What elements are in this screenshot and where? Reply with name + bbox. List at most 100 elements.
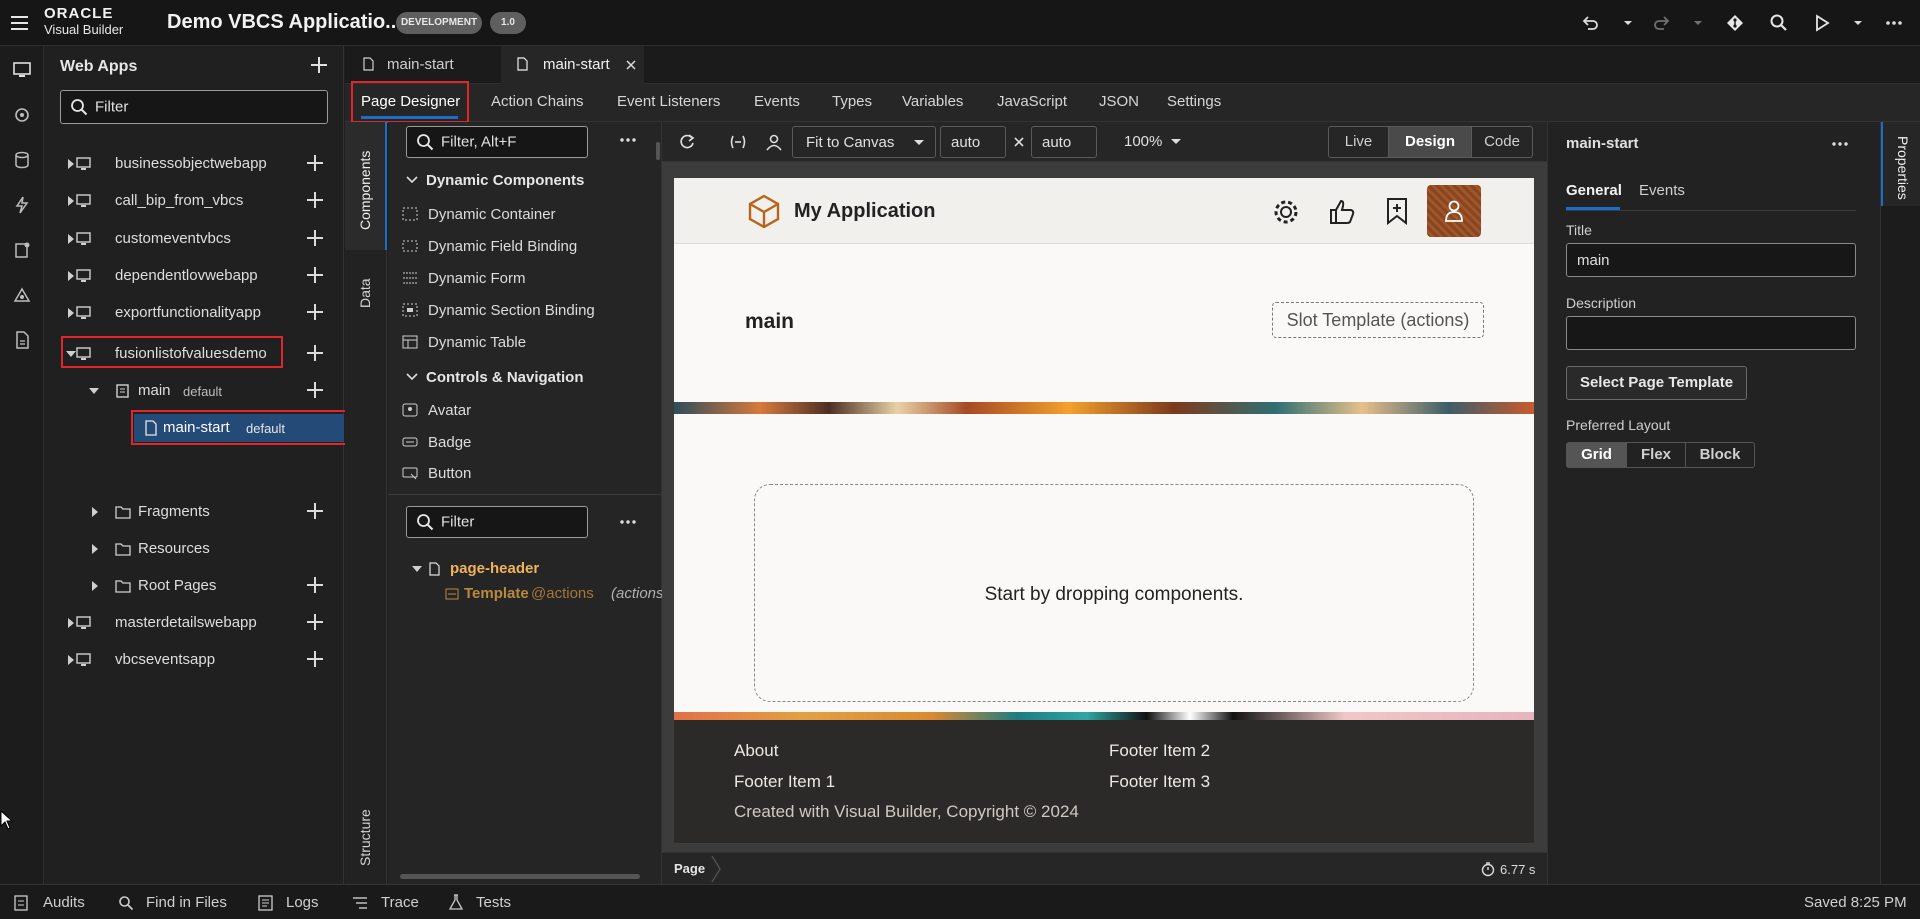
- audits-button[interactable]: Audits: [43, 894, 85, 911]
- settings-gear-icon[interactable]: [1272, 198, 1300, 226]
- footer-link-item1[interactable]: Footer Item 1: [734, 772, 835, 792]
- expand-caret-icon[interactable]: [92, 581, 98, 591]
- collapse-caret-icon[interactable]: [66, 351, 76, 357]
- tree-item-customeventvbcs[interactable]: customeventvbcs: [44, 224, 344, 254]
- add-icon[interactable]: [306, 191, 324, 209]
- tree-item-masterdetailswebapp[interactable]: masterdetailswebapp: [44, 608, 344, 638]
- tree-item-call-bip[interactable]: call_bip_from_vbcs: [44, 186, 344, 216]
- components-filter-input[interactable]: Filter, Alt+F: [406, 126, 588, 158]
- tree-item-fragments[interactable]: Fragments: [44, 497, 344, 527]
- bookmark-icon[interactable]: [1384, 197, 1410, 225]
- services-icon[interactable]: [12, 105, 32, 125]
- tab-event-listeners[interactable]: Event Listeners: [617, 93, 720, 110]
- structure-hscrollbar[interactable]: [400, 874, 640, 879]
- redo-dropdown-icon[interactable]: [1688, 13, 1708, 33]
- tab-general[interactable]: General: [1566, 182, 1622, 199]
- refresh-icon[interactable]: [678, 133, 696, 151]
- select-page-template-button[interactable]: Select Page Template: [1566, 366, 1747, 400]
- tree-item-dependentlovwebapp[interactable]: dependentlovwebapp: [44, 261, 344, 291]
- tests-button[interactable]: Tests: [476, 894, 511, 911]
- business-objects-icon[interactable]: [12, 150, 32, 170]
- run-dropdown-icon[interactable]: [1848, 13, 1868, 33]
- layout-block-button[interactable]: Block: [1685, 442, 1755, 468]
- expand-caret-icon[interactable]: [68, 234, 74, 244]
- add-icon[interactable]: [306, 266, 324, 284]
- tab-structure[interactable]: Structure: [357, 809, 373, 866]
- layout-grid-button[interactable]: Grid: [1566, 442, 1627, 468]
- web-apps-filter-input[interactable]: Filter: [60, 90, 328, 124]
- layout-flex-button[interactable]: Flex: [1626, 442, 1686, 468]
- add-icon[interactable]: [306, 229, 324, 247]
- tab-variables[interactable]: Variables: [902, 93, 963, 110]
- height-input[interactable]: auto: [1031, 126, 1097, 158]
- expand-caret-icon[interactable]: [68, 655, 74, 665]
- find-in-files-button[interactable]: Find in Files: [146, 894, 227, 911]
- close-icon[interactable]: [626, 60, 636, 70]
- tab-events[interactable]: Events: [754, 93, 800, 110]
- expand-caret-icon[interactable]: [68, 308, 74, 318]
- add-icon[interactable]: [306, 576, 324, 594]
- palette-section-dynamic[interactable]: Dynamic Components: [406, 172, 584, 189]
- undo-dropdown-icon[interactable]: [1618, 13, 1638, 33]
- tree-item-businessobjectwebapp[interactable]: businessobjectwebapp: [44, 149, 344, 179]
- mode-design-button[interactable]: Design: [1389, 127, 1471, 157]
- logs-button[interactable]: Logs: [286, 894, 319, 911]
- mode-code-button[interactable]: Code: [1471, 127, 1532, 157]
- editor-tab-main-start-active[interactable]: main-start: [501, 46, 644, 84]
- width-input[interactable]: auto: [940, 126, 1006, 158]
- redo-icon[interactable]: [1652, 13, 1672, 33]
- run-icon[interactable]: [1812, 13, 1832, 33]
- tab-page-designer[interactable]: Page Designer: [361, 93, 460, 110]
- tab-events[interactable]: Events: [1639, 182, 1685, 199]
- description-input[interactable]: [1566, 316, 1856, 350]
- tree-item-main-start[interactable]: main-start default: [134, 413, 344, 443]
- page-preview[interactable]: My Application main Slot Template (actio…: [674, 178, 1534, 843]
- slot-template-actions[interactable]: Slot Template (actions): [1272, 302, 1484, 338]
- fit-select[interactable]: Fit to Canvas: [792, 126, 936, 158]
- variables-binding-icon[interactable]: [728, 133, 748, 151]
- tab-data[interactable]: Data: [357, 278, 373, 308]
- palette-more-icon[interactable]: [618, 134, 638, 146]
- footer-link-item3[interactable]: Footer Item 3: [1109, 772, 1210, 792]
- tree-item-root-pages[interactable]: Root Pages: [44, 571, 344, 601]
- palette-scrollbar[interactable]: [656, 142, 660, 160]
- tab-components[interactable]: Components: [357, 151, 373, 230]
- processes-icon[interactable]: [12, 195, 32, 215]
- add-icon[interactable]: [306, 650, 324, 668]
- add-icon[interactable]: [306, 344, 324, 362]
- more-icon[interactable]: [1884, 13, 1904, 33]
- tree-item-exportfunctionalityapp[interactable]: exportfunctionalityapp: [44, 298, 344, 328]
- tab-types[interactable]: Types: [832, 93, 872, 110]
- add-icon[interactable]: [306, 154, 324, 172]
- tab-settings[interactable]: Settings: [1167, 93, 1221, 110]
- properties-more-icon[interactable]: [1830, 138, 1850, 150]
- components-icon[interactable]: [12, 240, 32, 260]
- hamburger-menu-icon[interactable]: [10, 14, 30, 32]
- drop-zone[interactable]: Start by dropping components.: [754, 484, 1474, 702]
- tab-javascript[interactable]: JavaScript: [997, 93, 1067, 110]
- web-apps-icon[interactable]: [12, 60, 32, 80]
- structure-filter-input[interactable]: Filter: [406, 506, 588, 538]
- breadcrumb[interactable]: Page: [674, 861, 705, 876]
- search-icon[interactable]: [1769, 13, 1789, 33]
- expand-caret-icon[interactable]: [68, 618, 74, 628]
- expand-caret-icon[interactable]: [68, 159, 74, 169]
- avatar[interactable]: [1427, 185, 1481, 237]
- title-input[interactable]: main: [1566, 243, 1856, 277]
- add-icon[interactable]: [306, 613, 324, 631]
- footer-link-about[interactable]: About: [734, 741, 778, 761]
- app-title[interactable]: Demo VBCS Applicatio...: [167, 11, 402, 34]
- expand-caret-icon[interactable]: [68, 271, 74, 281]
- footer-link-item2[interactable]: Footer Item 2: [1109, 741, 1210, 761]
- expand-caret-icon[interactable]: [92, 507, 98, 517]
- expand-caret-icon[interactable]: [92, 544, 98, 554]
- add-icon[interactable]: [306, 502, 324, 520]
- trace-button[interactable]: Trace: [381, 894, 419, 911]
- zoom-select[interactable]: 100%: [1112, 126, 1192, 158]
- user-role-icon[interactable]: [765, 133, 783, 151]
- tab-action-chains[interactable]: Action Chains: [491, 93, 584, 110]
- add-icon[interactable]: [306, 381, 324, 399]
- tab-properties[interactable]: Properties: [1895, 136, 1911, 200]
- tree-item-fusionlistofvaluesdemo[interactable]: fusionlistofvaluesdemo: [44, 339, 344, 369]
- collapse-caret-icon[interactable]: [412, 566, 422, 572]
